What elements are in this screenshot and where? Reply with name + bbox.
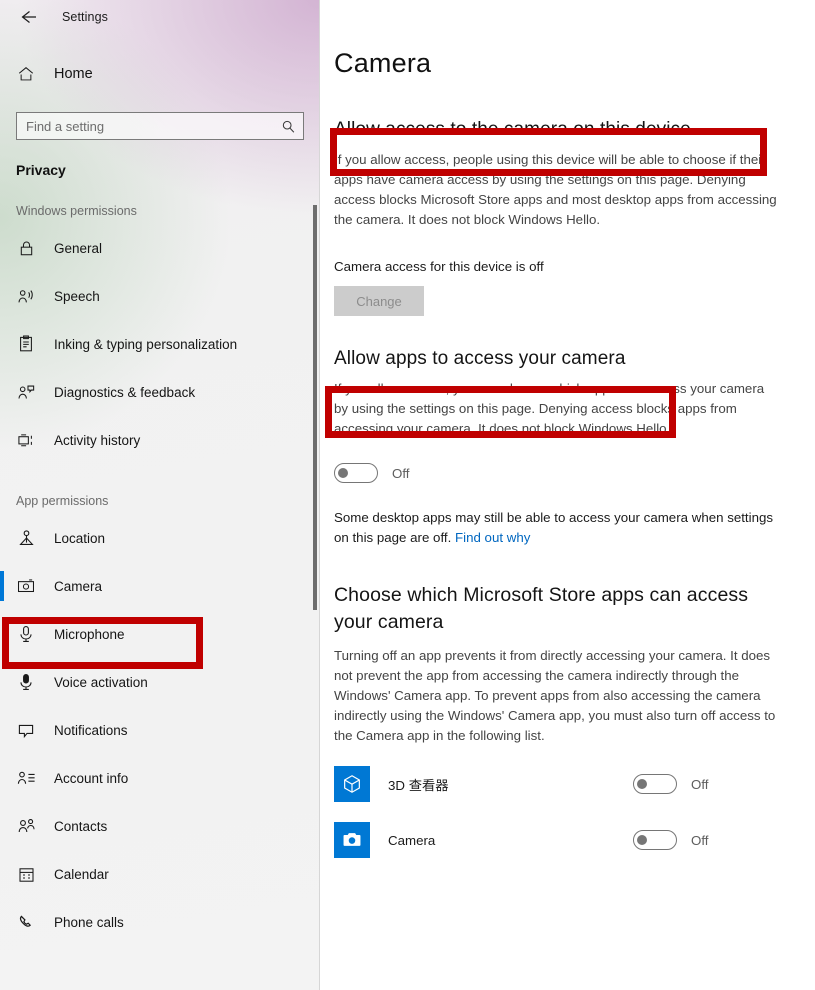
apps-section-heading: Allow apps to access your camera (334, 348, 626, 369)
group-header-app-permissions: App permissions (16, 494, 109, 508)
list-item[interactable]: Camera Off (334, 816, 815, 864)
app-toggle-row[interactable]: Off (633, 830, 709, 850)
sidebar-item-contacts-label: Contacts (54, 818, 108, 834)
sidebar-item-account-info[interactable]: Account info (0, 754, 320, 802)
toggle-knob (637, 835, 647, 845)
sidebar-item-camera-label: Camera (54, 578, 103, 594)
change-button[interactable]: Change (334, 286, 424, 316)
home-icon (16, 65, 36, 83)
main-content: Camera Allow access to the camera on thi… (320, 0, 815, 990)
search-box[interactable] (16, 112, 304, 140)
sidebar-category-title: Privacy (16, 162, 66, 178)
calendar-icon (16, 864, 36, 884)
speech-person-icon (16, 286, 36, 306)
sidebar: Settings Home Privacy Windows permission… (0, 0, 320, 990)
search-input[interactable] (26, 118, 279, 134)
sidebar-item-location[interactable]: Location (0, 514, 320, 562)
sidebar-item-calendar-label: Calendar (54, 866, 109, 882)
sidebar-item-contacts[interactable]: Contacts (0, 802, 320, 850)
find-out-why-link[interactable]: Find out why (455, 530, 530, 545)
apps-section-description: If you allow access, you can choose whic… (334, 381, 765, 436)
lock-icon (16, 238, 36, 258)
sidebar-item-general[interactable]: General (0, 224, 320, 272)
sidebar-item-microphone-label: Microphone (54, 626, 125, 642)
sidebar-scrollbar-thumb[interactable] (313, 205, 317, 610)
cube-3d-viewer-icon (334, 766, 370, 802)
sidebar-item-voice-activation[interactable]: Voice activation (0, 658, 320, 706)
app-name: Camera (388, 832, 436, 848)
desktop-apps-note: Some desktop apps may still be able to a… (334, 508, 780, 548)
sidebar-item-speech[interactable]: Speech (0, 272, 320, 320)
camera-icon (16, 576, 36, 596)
app-toggle-camera[interactable] (633, 830, 677, 850)
desktop-apps-note-text: Some desktop apps may still be able to a… (334, 510, 774, 545)
sidebar-item-microphone[interactable]: Microphone (0, 610, 320, 658)
apps-camera-access-toggle-state: Off (392, 465, 410, 481)
sidebar-item-activity-history[interactable]: Activity history (0, 416, 320, 464)
sidebar-item-diagnostics-label: Diagnostics & feedback (54, 384, 196, 400)
app-name: 3D 查看器 (388, 777, 449, 793)
sidebar-item-inking[interactable]: Inking & typing personalization (0, 320, 320, 368)
sidebar-item-diagnostics[interactable]: Diagnostics & feedback (0, 368, 320, 416)
toggle-knob (338, 468, 348, 478)
sidebar-item-account-info-label: Account info (54, 770, 129, 786)
device-section-description: If you allow access, people using this d… (334, 152, 777, 227)
app-toggle-state: Off (691, 832, 709, 848)
search-icon[interactable] (279, 119, 297, 134)
activity-history-icon (16, 430, 36, 450)
notification-bubble-icon (16, 720, 36, 740)
voice-activation-icon (16, 672, 36, 692)
apps-camera-access-toggle-row[interactable]: Off (334, 463, 815, 483)
sidebar-item-inking-label: Inking & typing personalization (54, 336, 238, 352)
microphone-icon (16, 624, 36, 644)
app-toggle-row[interactable]: Off (633, 774, 709, 794)
window-title: Settings (62, 10, 108, 24)
sidebar-item-notifications-label: Notifications (54, 722, 128, 738)
app-toggle-state: Off (691, 776, 709, 792)
sidebar-item-activity-history-label: Activity history (54, 432, 141, 448)
toggle-knob (637, 779, 647, 789)
contacts-icon (16, 816, 36, 836)
back-arrow-icon[interactable] (14, 4, 40, 30)
sidebar-item-general-label: General (54, 240, 103, 256)
sidebar-item-home[interactable]: Home (0, 56, 320, 92)
camera-app-icon (334, 822, 370, 858)
clipboard-pen-icon (16, 334, 36, 354)
page-title: Camera (334, 48, 432, 78)
device-access-status: Camera access for this device is off (334, 259, 544, 274)
settings-window: Settings Home Privacy Windows permission… (0, 0, 815, 990)
apps-camera-access-toggle[interactable] (334, 463, 378, 483)
phone-icon (16, 912, 36, 932)
sidebar-item-voice-activation-label: Voice activation (54, 674, 148, 690)
sidebar-item-camera[interactable]: Camera (0, 562, 320, 610)
sidebar-item-location-label: Location (54, 530, 106, 546)
app-toggle-3d-viewer[interactable] (633, 774, 677, 794)
title-bar: Settings (0, 0, 320, 34)
sidebar-item-speech-label: Speech (54, 288, 100, 304)
person-feedback-icon (16, 382, 36, 402)
sidebar-item-phone-calls[interactable]: Phone calls (0, 898, 320, 946)
sidebar-item-calendar[interactable]: Calendar (0, 850, 320, 898)
group-header-windows-permissions: Windows permissions (16, 204, 137, 218)
account-info-icon (16, 768, 36, 788)
list-item[interactable]: 3D 查看器 Off (334, 760, 815, 808)
sidebar-item-notifications[interactable]: Notifications (0, 706, 320, 754)
sidebar-item-home-label: Home (54, 66, 93, 82)
location-pin-icon (16, 528, 36, 548)
store-apps-section-heading: Choose which Microsoft Store apps can ac… (334, 584, 749, 633)
sidebar-scrollbar[interactable] (313, 205, 317, 610)
store-apps-section-description: Turning off an app prevents it from dire… (334, 648, 776, 743)
device-section-heading: Allow access to the camera on this devic… (334, 119, 691, 140)
sidebar-item-phone-calls-label: Phone calls (54, 914, 124, 930)
